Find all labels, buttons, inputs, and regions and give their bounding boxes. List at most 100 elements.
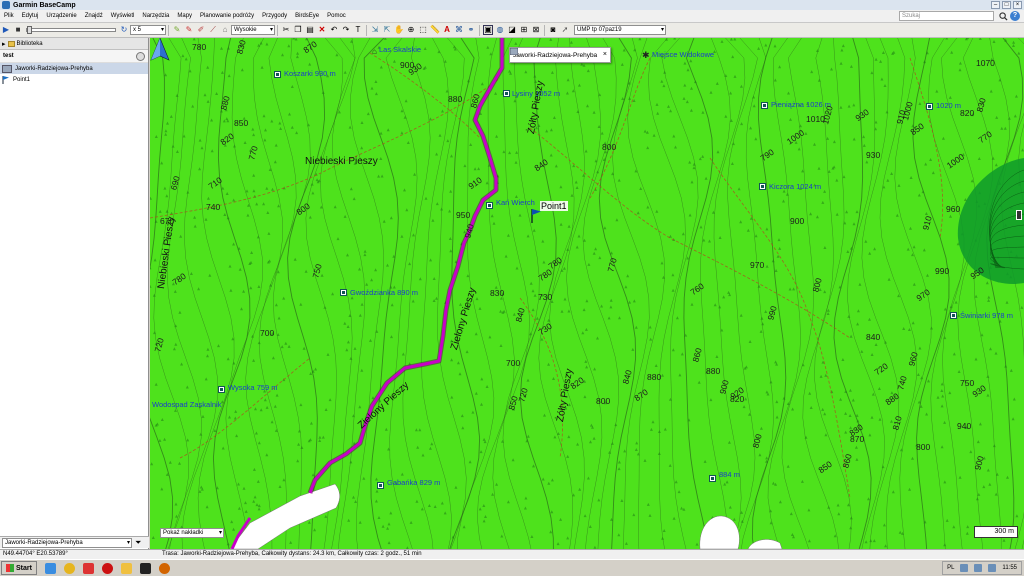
map-tool-icon[interactable]: ⌘ — [454, 25, 464, 35]
rocket-icon[interactable]: ➚ — [560, 25, 570, 35]
erase-icon[interactable]: ✐ — [196, 25, 206, 35]
poi-marker[interactable] — [761, 102, 768, 109]
poi-884[interactable]: 884 m — [719, 470, 740, 479]
text-icon[interactable]: T — [353, 25, 363, 35]
library-filter-select[interactable]: Jaworki-Radziejowa-Prehyba — [2, 537, 132, 548]
menu-maps[interactable]: Mapy — [173, 13, 196, 19]
menu-tools[interactable]: Narzędzia — [138, 13, 173, 19]
track-tooltip[interactable]: Jaworki-Radziejowa-Prehyba × — [509, 47, 611, 63]
menu-adventures[interactable]: Przygody — [258, 13, 291, 19]
new-route-icon[interactable]: ✎ — [172, 25, 182, 35]
measure-icon[interactable]: ⟋ — [208, 25, 218, 35]
receive-device-icon[interactable]: ⇱ — [382, 25, 392, 35]
poi-marker[interactable] — [950, 312, 957, 319]
poi-marker[interactable] — [759, 183, 766, 190]
close-icon[interactable]: × — [603, 51, 607, 58]
network-icon[interactable] — [960, 564, 969, 572]
map-view[interactable]: Koszarki 930 m Lysiny 1052 m ✱ Miejsce W… — [150, 38, 1024, 549]
waypoint-label[interactable]: Point1 — [540, 201, 568, 211]
copy-icon[interactable]: ❐ — [293, 25, 303, 35]
help-icon[interactable]: ? — [1010, 11, 1020, 21]
language-indicator[interactable]: PL — [947, 565, 954, 571]
shelter-icon[interactable]: ⌂ — [372, 47, 377, 56]
paste-icon[interactable]: ▤ — [305, 25, 315, 35]
close-button[interactable]: × — [1013, 1, 1022, 9]
select-icon[interactable]: ⬚ — [418, 25, 428, 35]
map-scroll-handle[interactable] — [1016, 210, 1022, 220]
poi-marker[interactable] — [926, 103, 933, 110]
poi-wodospad[interactable]: Wodospad Zaskalnik — [152, 400, 221, 409]
poi-miejsce-widokowe[interactable]: Miejsce Widokowe — [652, 50, 714, 59]
mail-icon[interactable] — [82, 562, 94, 574]
poi-marker[interactable] — [486, 202, 493, 209]
delete-icon[interactable]: ✕ — [317, 25, 327, 35]
poi-marker[interactable] — [274, 71, 281, 78]
map-product-select[interactable]: UMP tp 07paz19 — [574, 25, 666, 35]
terminal-icon[interactable] — [139, 562, 151, 574]
tag-icon[interactable]: ⌂ — [220, 25, 230, 35]
undo-icon[interactable]: ↶ — [329, 25, 339, 35]
search-icon[interactable] — [999, 12, 1008, 21]
new-track-icon[interactable]: ✎ — [184, 25, 194, 35]
menu-edit[interactable]: Edytuj — [18, 13, 43, 19]
filter-icon[interactable]: ⏷ — [135, 538, 145, 548]
ruler-icon[interactable]: 📏 — [430, 25, 440, 35]
poi-las-skalskie[interactable]: Las Skalskie — [379, 45, 421, 54]
detail-select[interactable]: Wysokie — [231, 25, 275, 35]
collapse-arrow-icon[interactable]: ▸ — [2, 40, 6, 48]
poi-koszarki[interactable]: Koszarki 930 m — [284, 69, 336, 78]
minimize-button[interactable]: – — [991, 1, 1000, 9]
search-input[interactable]: Szukaj — [899, 11, 994, 21]
list-item-track[interactable]: Jaworki-Radziejowa-Prehyba — [0, 63, 148, 74]
viewpoint-icon[interactable]: ✱ — [642, 50, 650, 61]
redo-icon[interactable]: ↷ — [341, 25, 351, 35]
browser-icon[interactable] — [44, 562, 56, 574]
menu-device[interactable]: Urządzenie — [42, 13, 80, 19]
refresh-icon[interactable]: ↻ — [119, 25, 129, 35]
folder-test[interactable]: test — [0, 50, 148, 63]
gear-icon[interactable] — [136, 52, 145, 61]
basecamp-icon[interactable] — [158, 562, 170, 574]
start-button[interactable]: Start — [1, 561, 37, 575]
clock[interactable]: 11:55 — [1002, 565, 1017, 571]
poi-1020[interactable]: 1020 m — [936, 101, 961, 110]
menu-trip-planning[interactable]: Planowanie podróży — [196, 13, 258, 19]
poi-marker[interactable] — [503, 90, 510, 97]
poi-kiczora[interactable]: Kiczora 1024 m — [769, 182, 821, 191]
text-tool-icon[interactable]: A — [442, 25, 452, 35]
library-header[interactable]: ▸ Biblioteka — [0, 38, 148, 50]
overlay-select[interactable]: Pokaż nakładki — [160, 528, 224, 538]
waypoint-flag-icon[interactable] — [530, 209, 542, 223]
poi-marker[interactable] — [340, 289, 347, 296]
poi-wysoka[interactable]: Wysoka 759 m — [228, 383, 278, 392]
volume-icon[interactable] — [974, 564, 983, 572]
menu-view[interactable]: Wyświetl — [107, 13, 139, 19]
poi-swiniarki[interactable]: Świniarki 978 m — [960, 311, 1013, 320]
cut-icon[interactable]: ✂ — [281, 25, 291, 35]
poi-marker[interactable] — [218, 386, 225, 393]
hand-tool-icon[interactable]: ✋ — [394, 25, 404, 35]
map-canvas[interactable] — [150, 38, 1024, 549]
menu-find[interactable]: Znajdź — [81, 13, 107, 19]
globe-icon[interactable]: ◍ — [495, 25, 505, 35]
send-device-icon[interactable]: ⇲ — [370, 25, 380, 35]
map-view-icon[interactable]: ▣ — [483, 25, 493, 35]
opera-icon[interactable] — [101, 562, 113, 574]
poi-pieniazna[interactable]: Pieniążna 1026 m — [771, 100, 831, 109]
poi-gwozdzianka[interactable]: Gwoździanka 890 m — [350, 288, 418, 297]
grid-icon[interactable]: ⊠ — [531, 25, 541, 35]
menu-birdseye[interactable]: BirdsEye — [291, 13, 323, 19]
poi-gabanka[interactable]: Gabańka 829 m — [387, 478, 440, 487]
poi-marker[interactable] — [377, 482, 384, 489]
chrome-icon[interactable] — [63, 562, 75, 574]
playback-slider[interactable] — [26, 26, 116, 34]
link-icon[interactable]: ⚭ — [466, 25, 476, 35]
menu-help[interactable]: Pomoc — [323, 13, 350, 19]
poi-marker[interactable] — [709, 475, 716, 482]
battery-icon[interactable] — [988, 564, 997, 572]
menu-file[interactable]: Plik — [0, 13, 18, 19]
list-item-waypoint[interactable]: Point1 — [0, 74, 148, 85]
center-icon[interactable]: ⊞ — [519, 25, 529, 35]
poi-kan-wierch[interactable]: Kań Wierch — [496, 198, 535, 207]
zoom-icon[interactable]: ⊕ — [406, 25, 416, 35]
